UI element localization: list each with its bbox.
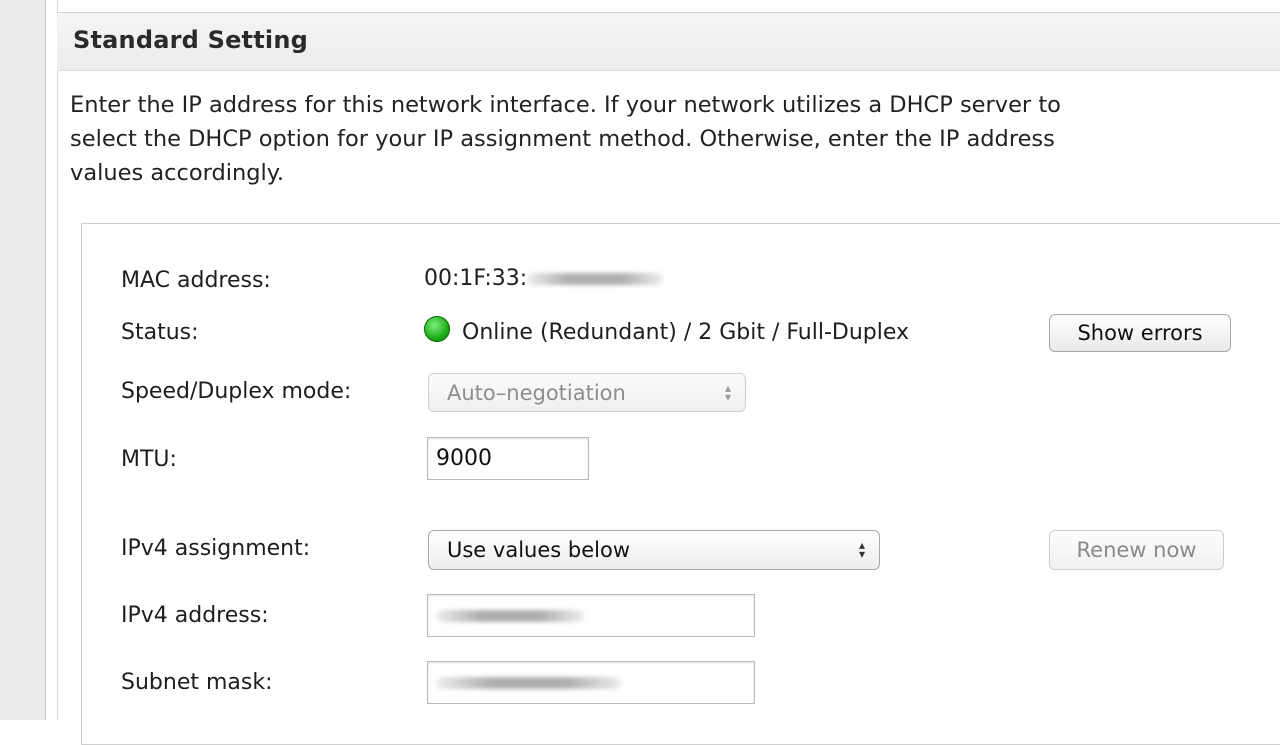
intro-line: select the DHCP option for your IP assig…: [70, 126, 1055, 152]
redacted-blur: [436, 676, 622, 689]
speed-duplex-selected: Auto–negotiation: [447, 380, 626, 405]
up-down-arrows-icon: ▴ ▾: [858, 538, 865, 561]
mac-address-text: 00:1F:33:: [424, 266, 528, 291]
speed-duplex-label: Speed/Duplex mode:: [121, 379, 352, 404]
subnet-mask-label: Subnet mask:: [121, 670, 273, 695]
green-status-dot-icon: [424, 316, 450, 342]
mac-address-value: 00:1F:33:: [424, 266, 664, 291]
section-title: Standard Setting: [73, 26, 308, 54]
status-label: Status:: [121, 320, 199, 345]
ipv4-assignment-selected: Use values below: [447, 538, 630, 562]
intro-line: Enter the IP address for this network in…: [70, 92, 1061, 118]
mac-address-label: MAC address:: [121, 268, 271, 293]
ipv4-assignment-select[interactable]: Use values below ▴ ▾: [428, 530, 880, 570]
redacted-blur: [436, 609, 584, 622]
show-errors-button[interactable]: Show errors: [1049, 314, 1231, 352]
subnet-mask-input[interactable]: [427, 661, 755, 704]
mtu-value: 9000: [436, 446, 492, 471]
left-sidebar: [0, 0, 46, 720]
status-value: Online (Redundant) / 2 Gbit / Full-Duple…: [462, 320, 910, 345]
renew-now-button[interactable]: Renew now: [1049, 530, 1224, 570]
intro-text: Enter the IP address for this network in…: [70, 88, 1280, 190]
intro-line: values accordingly.: [70, 160, 285, 186]
ipv4-assignment-label: IPv4 assignment:: [121, 536, 311, 561]
ipv4-address-input[interactable]: [427, 594, 755, 637]
up-down-arrows-icon: ▴ ▾: [724, 380, 731, 404]
mtu-label: MTU:: [121, 447, 177, 472]
ipv4-address-label: IPv4 address:: [121, 603, 269, 628]
redacted-blur: [527, 273, 664, 285]
speed-duplex-select[interactable]: Auto–negotiation ▴ ▾: [428, 373, 746, 412]
mtu-input[interactable]: 9000: [427, 437, 589, 480]
